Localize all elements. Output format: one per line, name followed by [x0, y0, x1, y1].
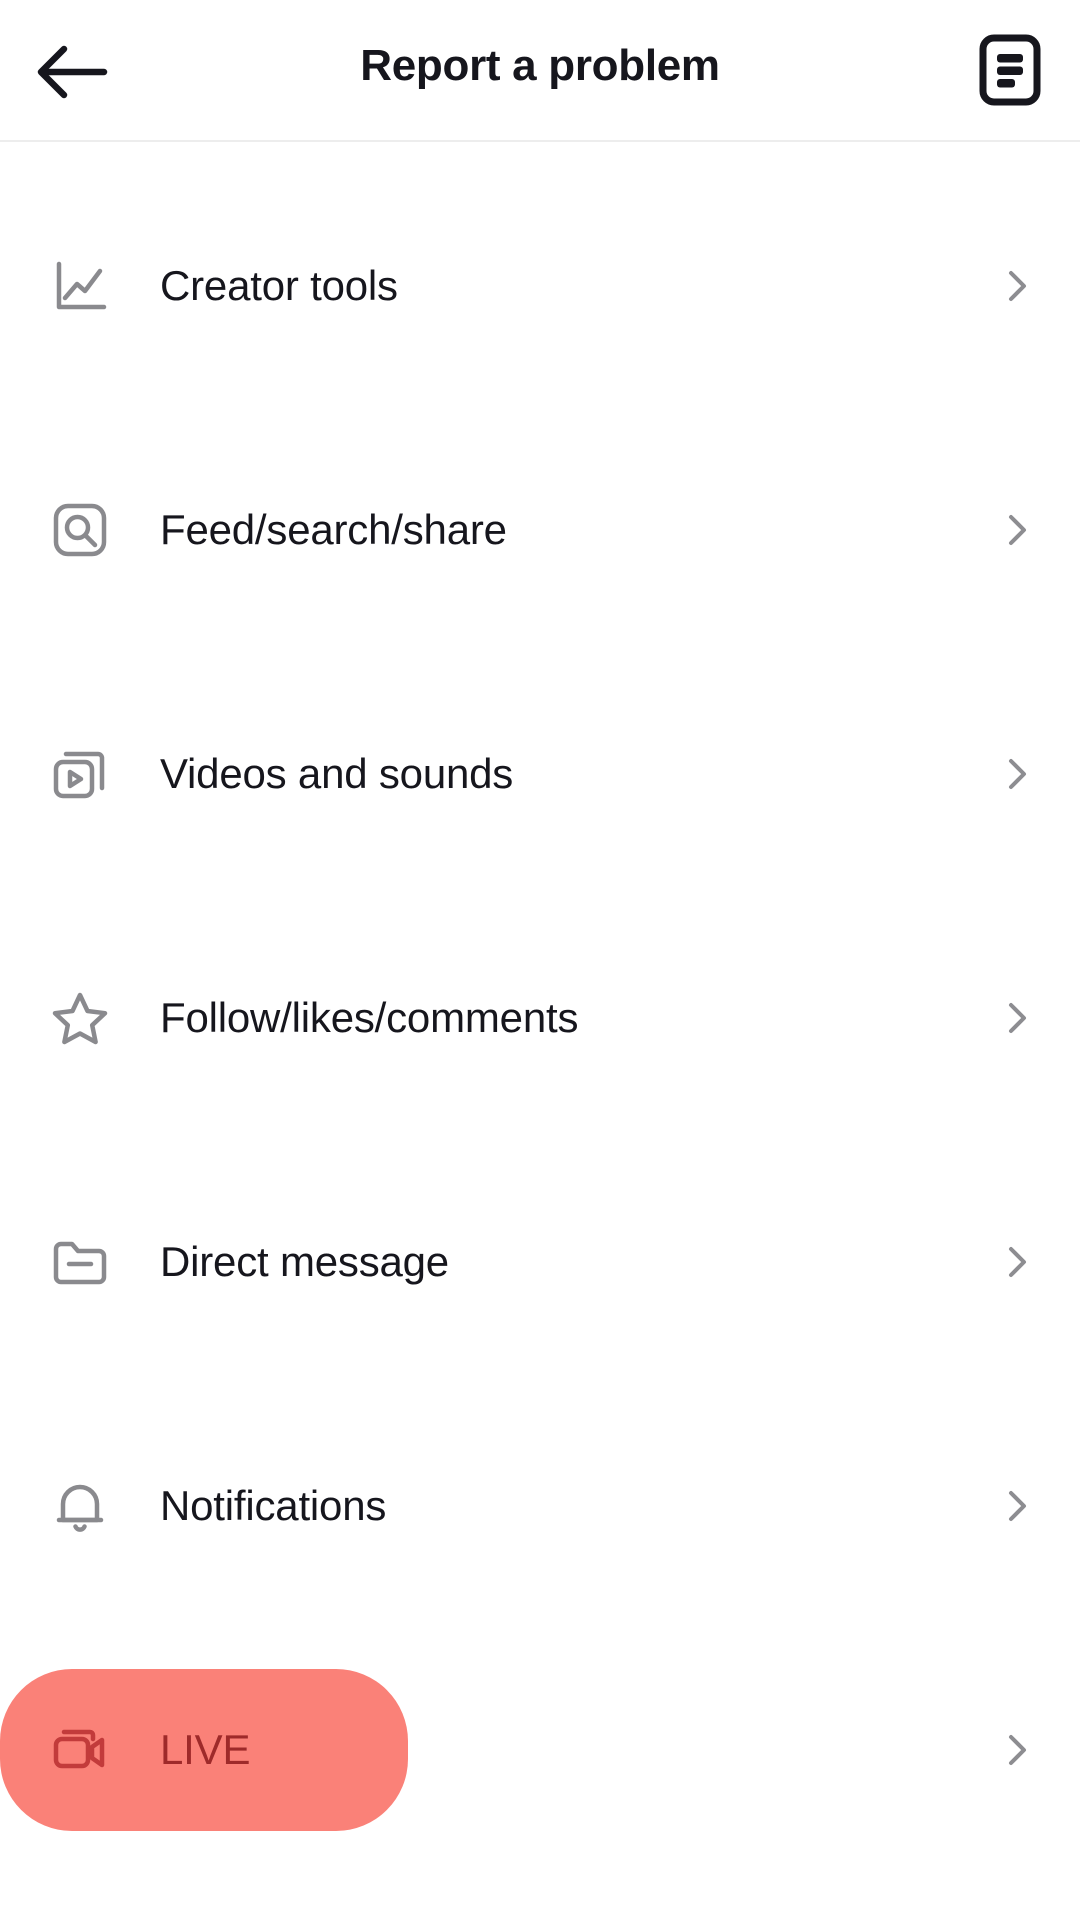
chevron-right-icon[interactable] [1000, 513, 1034, 547]
folder-minus-icon [50, 1232, 110, 1292]
video-camera-icon [50, 1720, 110, 1780]
list-item-feed-search-share[interactable]: Feed/search/share [0, 408, 1080, 652]
list-item-notifications[interactable]: Notifications [0, 1384, 1080, 1628]
problem-category-list: Creator tools Feed/search/share Videos a… [0, 142, 1080, 1920]
search-box-icon [50, 500, 110, 560]
list-item-follow-likes-comments[interactable]: Follow/likes/comments [0, 896, 1080, 1140]
chevron-right-icon[interactable] [1000, 757, 1034, 791]
analytics-chart-icon [50, 256, 110, 316]
page-title: Report a problem [360, 41, 720, 90]
list-item-label: Feed/search/share [160, 506, 507, 553]
video-stack-icon [50, 744, 110, 804]
list-item-label: Videos and sounds [160, 750, 514, 797]
chevron-right-icon[interactable] [1000, 1489, 1034, 1523]
list-item-videos-and-sounds[interactable]: Videos and sounds [0, 652, 1080, 896]
list-item-live[interactable]: LIVE [0, 1628, 1080, 1872]
star-icon [50, 988, 110, 1048]
list-item-label: LIVE [160, 1726, 251, 1773]
document-list-button[interactable] [968, 28, 1052, 112]
app-header: Report a problem [0, 0, 1080, 142]
list-item-direct-message[interactable]: Direct message [0, 1140, 1080, 1384]
chevron-right-icon[interactable] [1000, 1001, 1034, 1035]
list-item-label: Follow/likes/comments [160, 994, 579, 1041]
list-item-label: Creator tools [160, 262, 398, 309]
chevron-right-icon[interactable] [1000, 1733, 1034, 1767]
list-item-creator-tools[interactable]: Creator tools [0, 164, 1080, 408]
bell-icon [50, 1476, 110, 1536]
chevron-right-icon[interactable] [1000, 1245, 1034, 1279]
list-item-label: Direct message [160, 1238, 449, 1285]
chevron-right-icon[interactable] [1000, 269, 1034, 303]
list-item-tiktok-balance[interactable]: TikTok Balance [0, 1872, 1080, 1920]
document-list-icon [979, 34, 1041, 106]
list-item-label: Notifications [160, 1482, 387, 1529]
